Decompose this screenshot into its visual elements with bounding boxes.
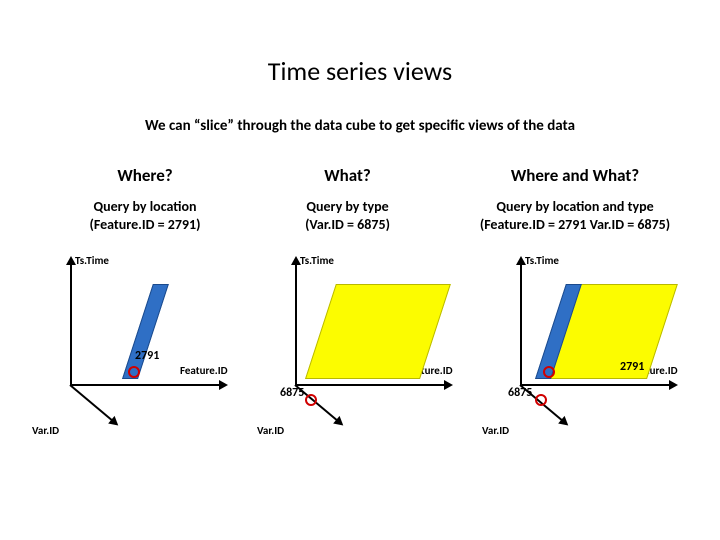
question-where: Where? xyxy=(55,165,235,186)
page-title: Time series views xyxy=(0,0,720,87)
column-both: Where and What? Query by location and ty… xyxy=(460,165,690,234)
axis-label-z: Var.ID xyxy=(32,424,59,437)
column-where: Where? Query by location (Feature.ID = 2… xyxy=(55,165,235,234)
axis-x-icon xyxy=(70,384,220,386)
query-what: Query by type (Var.ID = 6875) xyxy=(258,198,438,234)
axis-label-y: Ts.Time xyxy=(525,254,559,267)
query-what-line1: Query by type xyxy=(306,198,388,215)
query-where-line1: Query by location xyxy=(94,198,197,215)
slice-feature-icon xyxy=(122,284,169,379)
cube-what: Ts.Time Feature.ID Var.ID 6875 xyxy=(265,244,485,444)
query-both-line2: (Feature.ID = 2791 Var.ID = 6875) xyxy=(480,216,670,233)
axis-y-icon xyxy=(295,264,297,384)
cube-where: Ts.Time Feature.ID Var.ID 2791 xyxy=(40,244,260,444)
column-headers: Where? Query by location (Feature.ID = 2… xyxy=(0,135,720,234)
value-feature-id: 2791 xyxy=(135,349,159,363)
question-what: What? xyxy=(258,165,438,186)
page-subtitle: We can “slice” through the data cube to … xyxy=(0,87,720,135)
question-both: Where and What? xyxy=(460,165,690,186)
axis-x-icon xyxy=(295,384,445,386)
axis-label-y: Ts.Time xyxy=(75,254,109,267)
query-where-line2: (Feature.ID = 2791) xyxy=(90,216,201,233)
query-both: Query by location and type (Feature.ID =… xyxy=(460,198,690,234)
axis-z-icon xyxy=(69,385,112,422)
query-what-line2: (Var.ID = 6875) xyxy=(305,216,390,233)
axis-y-icon xyxy=(520,264,522,384)
value-feature-id: 2791 xyxy=(620,360,644,374)
axis-label-x: Feature.ID xyxy=(180,364,228,377)
value-var-id: 6875 xyxy=(508,386,532,400)
query-both-line1: Query by location and type xyxy=(496,198,653,215)
query-where: Query by location (Feature.ID = 2791) xyxy=(55,198,235,234)
axis-label-z: Var.ID xyxy=(257,424,284,437)
cube-both: Ts.Time Feature.ID Var.ID 6875 2791 xyxy=(490,244,710,444)
axis-y-icon xyxy=(70,264,72,384)
value-var-id: 6875 xyxy=(280,386,304,400)
axis-label-y: Ts.Time xyxy=(300,254,334,267)
axis-x-icon xyxy=(520,384,670,386)
axis-label-z: Var.ID xyxy=(482,424,509,437)
column-what: What? Query by type (Var.ID = 6875) xyxy=(258,165,438,234)
diagram-row: Ts.Time Feature.ID Var.ID 2791 Ts.Time F… xyxy=(0,234,720,494)
marker-var-icon xyxy=(305,394,317,406)
